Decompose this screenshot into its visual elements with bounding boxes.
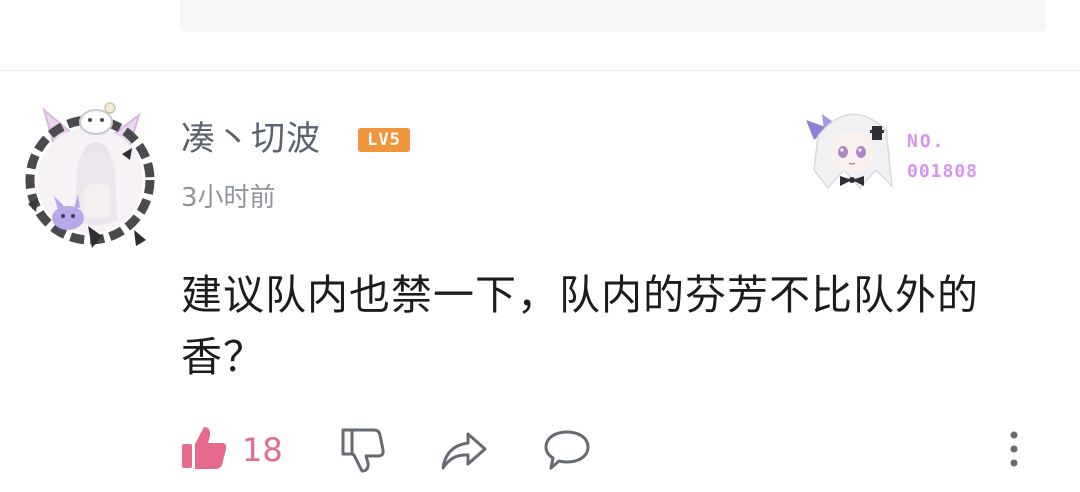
dislike-button[interactable]	[338, 426, 386, 478]
avatar-frame-image	[25, 102, 155, 248]
comment-page: 凑丶切波 LV5 3小时前 NO. 001808 建议队内也禁一下，队内的芬芳不…	[0, 0, 1080, 492]
thumbs-down-icon	[338, 426, 386, 478]
username[interactable]: 凑丶切波	[181, 117, 321, 161]
badge-number: 001808	[907, 161, 979, 182]
thumbs-up-icon	[180, 424, 228, 476]
reply-button[interactable]	[543, 428, 591, 476]
share-arrow-icon	[440, 428, 488, 476]
badge-no-label: NO.	[907, 131, 946, 152]
previous-comment-card	[180, 0, 1046, 32]
like-button[interactable]: 18	[180, 424, 283, 476]
more-options-button[interactable]	[1002, 430, 1026, 474]
like-count: 18	[242, 431, 283, 469]
timestamp: 3小时前	[181, 183, 276, 213]
vertical-dots-icon	[1002, 430, 1026, 474]
speech-bubble-icon	[543, 428, 591, 476]
fan-badge-image[interactable]	[800, 100, 904, 192]
level-badge: LV5	[358, 128, 410, 152]
share-button[interactable]	[440, 428, 488, 476]
comment-text: 建议队内也禁一下，队内的芬芳不比队外的香？	[181, 271, 979, 381]
user-avatar[interactable]	[14, 100, 164, 250]
comment-action-bar: 18	[0, 420, 1080, 480]
divider	[0, 70, 1080, 71]
